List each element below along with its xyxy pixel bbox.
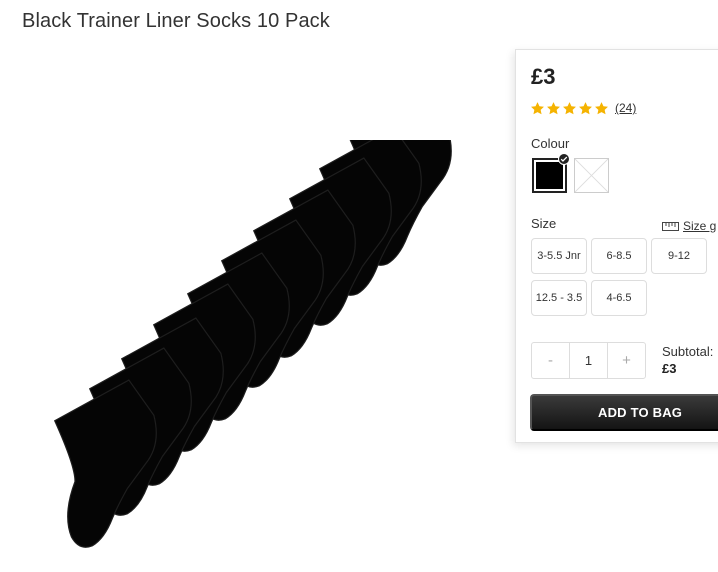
add-to-bag-button[interactable]: ADD TO BAG [530,394,718,431]
size-guide-link[interactable]: Size g [662,219,716,233]
size-guide-label: Size g [683,219,717,233]
size-option-9-12[interactable]: 9-12 [651,238,707,274]
star-rating [530,101,609,116]
size-option-4-6-5[interactable]: 4-6.5 [591,280,647,316]
subtotal-value: £3 [662,361,677,376]
subtotal-label: Subtotal: [662,344,714,359]
colour-label: Colour [531,136,570,151]
star-icon [563,101,576,114]
purchase-panel: £3 (24) Colour Size Size g 3-5.5 Jnr 6-8… [515,49,718,443]
size-option-3-5-5-jnr[interactable]: 3-5.5 Jnr [531,238,587,274]
product-title: Black Trainer Liner Socks 10 Pack [22,10,330,32]
rating[interactable]: (24) [530,99,636,117]
colour-swatch-white[interactable] [574,158,609,193]
unavailable-cross-icon [575,159,608,192]
quantity-input[interactable]: 1 [569,343,608,378]
star-icon [595,101,608,114]
ruler-icon [662,221,679,231]
price: £3 [531,64,556,89]
size-label: Size [531,216,557,231]
star-icon [547,101,560,114]
black-swatch-fill [536,162,563,189]
size-option-6-8-5[interactable]: 6-8.5 [591,238,647,274]
review-count-link[interactable]: (24) [615,101,636,115]
quantity-stepper: - 1 + [531,342,646,379]
check-icon [558,153,570,165]
decrease-quantity-button[interactable]: - [532,343,569,378]
increase-quantity-button[interactable]: + [608,343,645,378]
star-icon [579,101,592,114]
product-page: Black Trainer Liner Socks 10 Pack £3 (24… [0,0,718,572]
size-option-12-5-3-5[interactable]: 12.5 - 3.5 [531,280,587,316]
product-image[interactable] [20,140,490,565]
star-icon [531,101,544,114]
